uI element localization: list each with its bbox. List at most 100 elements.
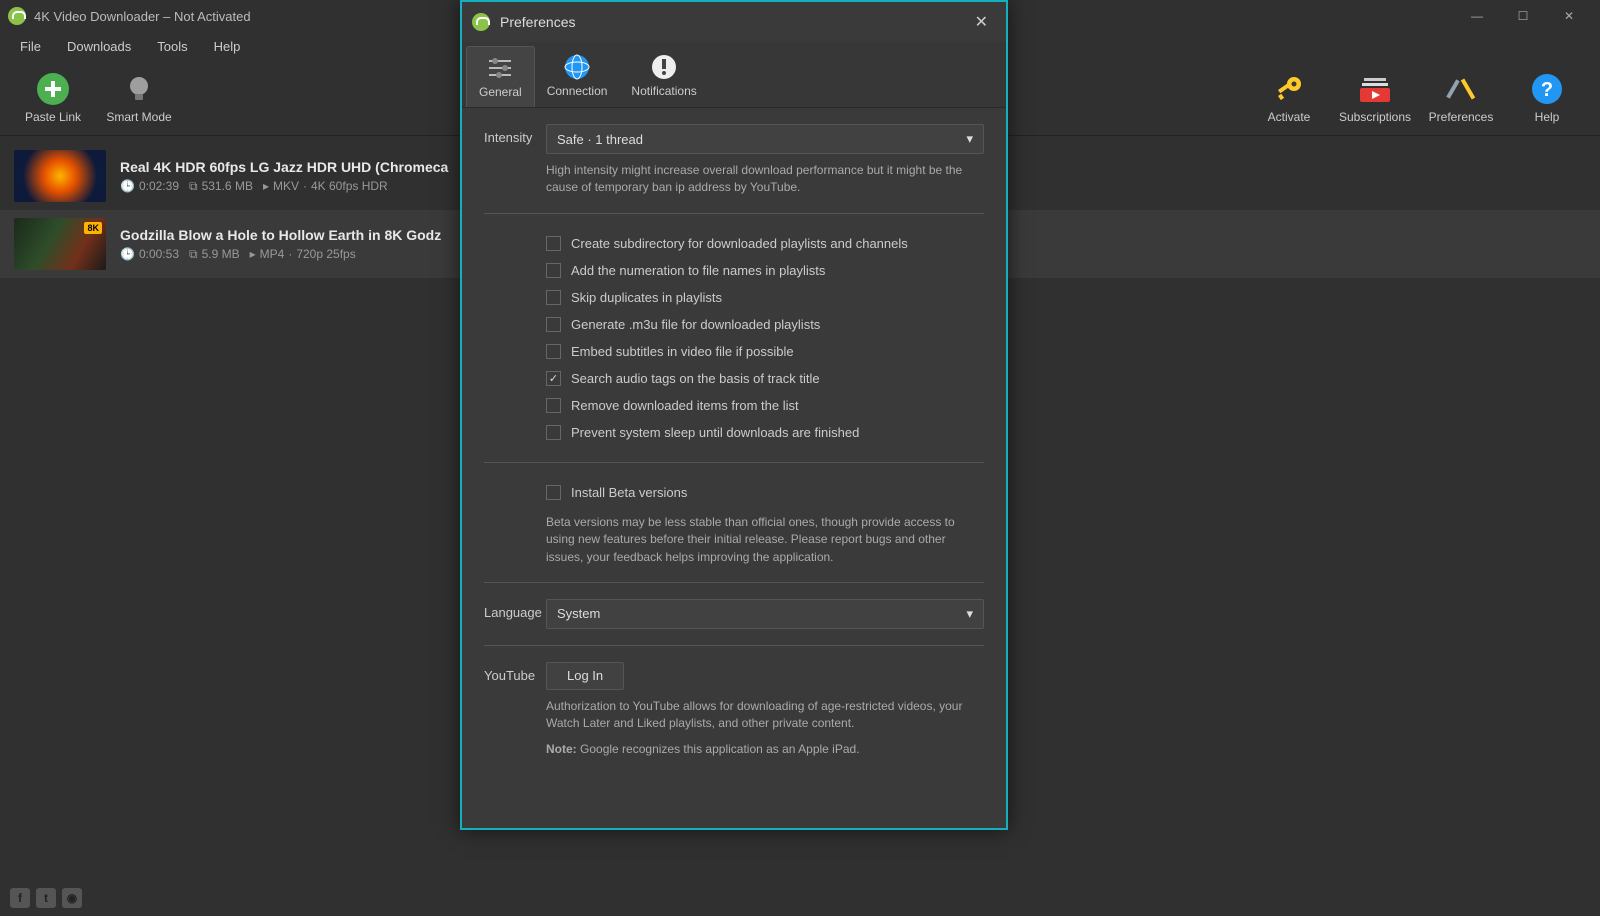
youtube-note: Note: Google recognizes this application…	[546, 741, 984, 758]
quality: 720p 25fps	[296, 247, 355, 261]
check-label: Search audio tags on the basis of track …	[571, 371, 820, 386]
tab-connection[interactable]: Connection	[535, 46, 620, 107]
smart-mode-label: Smart Mode	[106, 110, 171, 124]
checkbox-icon	[546, 425, 561, 440]
activate-button[interactable]: Activate	[1246, 63, 1332, 133]
checkbox-icon	[546, 485, 561, 500]
subscriptions-label: Subscriptions	[1339, 110, 1411, 124]
check-skip-duplicates[interactable]: Skip duplicates in playlists	[546, 284, 984, 311]
preferences-button[interactable]: Preferences	[1418, 63, 1504, 133]
menu-file[interactable]: File	[10, 35, 51, 58]
twitter-icon[interactable]: t	[36, 888, 56, 908]
beta-hint: Beta versions may be less stable than of…	[546, 514, 984, 566]
thumbnail: 8K	[14, 218, 106, 270]
help-button[interactable]: ? Help	[1504, 63, 1590, 133]
divider	[484, 213, 984, 214]
check-remove-items[interactable]: Remove downloaded items from the list	[546, 392, 984, 419]
size-icon: ⧉ 531.6 MB	[189, 179, 253, 194]
file-size: 5.9 MB	[202, 247, 240, 261]
size-icon: ⧉ 5.9 MB	[189, 247, 240, 262]
language-label: Language	[484, 599, 546, 620]
menu-downloads[interactable]: Downloads	[57, 35, 141, 58]
paste-link-label: Paste Link	[25, 110, 81, 124]
globe-icon	[562, 52, 592, 82]
check-label: Add the numeration to file names in play…	[571, 263, 825, 278]
help-label: Help	[1535, 110, 1560, 124]
duration: 0:02:39	[139, 179, 179, 193]
check-subdir[interactable]: Create subdirectory for downloaded playl…	[546, 230, 984, 257]
language-value: System	[557, 606, 600, 621]
youtube-hint: Authorization to YouTube allows for down…	[546, 698, 984, 733]
badge-8k: 8K	[84, 222, 102, 234]
check-label: Remove downloaded items from the list	[571, 398, 799, 413]
facebook-icon[interactable]: f	[10, 888, 30, 908]
close-button[interactable]: ✕	[1546, 0, 1592, 32]
check-embed-subtitles[interactable]: Embed subtitles in video file if possibl…	[546, 338, 984, 365]
check-label: Prevent system sleep until downloads are…	[571, 425, 859, 440]
tab-label: Notifications	[631, 84, 696, 98]
smart-mode-button[interactable]: Smart Mode	[96, 63, 182, 133]
checkbox-icon	[546, 344, 561, 359]
tab-notifications[interactable]: Notifications	[619, 46, 708, 107]
check-prevent-sleep[interactable]: Prevent system sleep until downloads are…	[546, 419, 984, 446]
intensity-select[interactable]: Safe · 1 thread ▾	[546, 124, 984, 154]
menu-help[interactable]: Help	[204, 35, 251, 58]
intensity-value: Safe · 1 thread	[557, 132, 643, 147]
intensity-hint: High intensity might increase overall do…	[546, 162, 984, 197]
check-beta[interactable]: Install Beta versions	[546, 479, 984, 506]
check-audio-tags[interactable]: Search audio tags on the basis of track …	[546, 365, 984, 392]
container: MKV	[273, 179, 299, 193]
divider	[484, 645, 984, 646]
checkbox-icon	[546, 263, 561, 278]
subscriptions-button[interactable]: Subscriptions	[1332, 63, 1418, 133]
dialog-titlebar: Preferences ✕	[462, 2, 1006, 42]
menu-tools[interactable]: Tools	[147, 35, 197, 58]
footer-social: f t ◉	[10, 888, 82, 908]
app-icon	[472, 13, 490, 31]
check-label: Install Beta versions	[571, 485, 687, 500]
alert-icon	[649, 52, 679, 82]
dialog-title: Preferences	[500, 14, 575, 30]
plus-icon	[36, 72, 70, 106]
youtube-login-button[interactable]: Log In	[546, 662, 624, 690]
check-label: Embed subtitles in video file if possibl…	[571, 344, 794, 359]
checkbox-icon	[546, 290, 561, 305]
tab-label: Connection	[547, 84, 608, 98]
window-title: 4K Video Downloader – Not Activated	[34, 9, 251, 24]
clock-icon: 🕒 0:00:53	[120, 247, 179, 261]
chevron-down-icon: ▾	[966, 131, 973, 147]
activate-label: Activate	[1268, 110, 1311, 124]
intensity-label: Intensity	[484, 124, 546, 145]
note-label: Note:	[546, 742, 577, 756]
language-select[interactable]: System ▾	[546, 599, 984, 629]
tab-label: General	[479, 85, 522, 99]
check-numeration[interactable]: Add the numeration to file names in play…	[546, 257, 984, 284]
sliders-icon	[485, 53, 515, 83]
preferences-dialog: Preferences ✕ General Connection Notific…	[460, 0, 1008, 830]
tab-general[interactable]: General	[466, 46, 535, 107]
prefs-body: Intensity Safe · 1 thread ▾ High intensi…	[462, 108, 1006, 828]
svg-text:?: ?	[1541, 79, 1553, 101]
bulb-icon	[122, 72, 156, 106]
container: MP4	[260, 247, 285, 261]
subscriptions-icon	[1358, 72, 1392, 106]
thumbnail	[14, 150, 106, 202]
help-icon: ?	[1530, 72, 1564, 106]
check-m3u[interactable]: Generate .m3u file for downloaded playli…	[546, 311, 984, 338]
preferences-label: Preferences	[1429, 110, 1494, 124]
dialog-close-button[interactable]: ✕	[967, 8, 996, 36]
quality: 4K 60fps HDR	[311, 179, 388, 193]
file-size: 531.6 MB	[202, 179, 253, 193]
paste-link-button[interactable]: Paste Link	[10, 63, 96, 133]
instagram-icon[interactable]: ◉	[62, 888, 82, 908]
key-icon	[1272, 72, 1306, 106]
check-label: Generate .m3u file for downloaded playli…	[571, 317, 820, 332]
maximize-button[interactable]: ☐	[1500, 0, 1546, 32]
tools-icon	[1444, 72, 1478, 106]
clock-icon: 🕒 0:02:39	[120, 179, 179, 193]
login-label: Log In	[567, 668, 603, 683]
checkbox-icon	[546, 371, 561, 386]
play-icon: ▸ MP4 · 720p 25fps	[250, 247, 356, 261]
minimize-button[interactable]: —	[1454, 0, 1500, 32]
play-icon: ▸ MKV · 4K 60fps HDR	[263, 179, 388, 193]
